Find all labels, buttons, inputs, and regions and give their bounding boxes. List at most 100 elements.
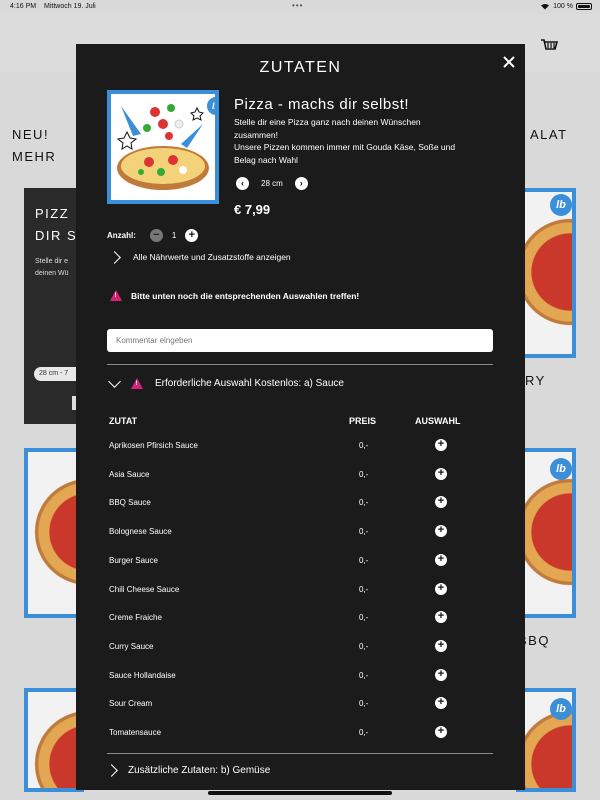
sauce-price: 0,- [359, 613, 369, 623]
pizza-illustration [111, 94, 215, 200]
sauce-name: Chili Cheese Sauce [109, 584, 180, 594]
close-icon[interactable] [501, 54, 517, 70]
sauce-price: 0,- [359, 728, 369, 737]
product-image: lb [107, 90, 219, 204]
product-description: Stelle dir eine Pizza ganz nach deinen W… [234, 117, 456, 165]
card-label-ry: RY [525, 373, 546, 388]
sauce-name: Tomatensauce [109, 728, 162, 737]
col-price: PREIS [349, 416, 377, 426]
sauce-row[interactable]: Sauce Hollandaise 0,- + [109, 668, 493, 699]
product-name: Pizza - machs dir selbst! [234, 96, 410, 113]
chevron-right-icon [108, 250, 121, 264]
sauce-price: 0,- [359, 441, 369, 450]
brand-badge: lb [550, 194, 572, 216]
battery-percent: 100 % [553, 2, 573, 10]
nav-new[interactable]: NEU! [12, 127, 49, 142]
add-sauce-button[interactable]: + [435, 639, 447, 652]
sauce-name: Aprikosen Pfirsich Sauce [109, 441, 198, 450]
section-sauce-title: Erforderliche Auswahl Kostenlos: a) Sauc… [155, 378, 344, 389]
warning-icon: ! [110, 290, 122, 301]
add-sauce-button[interactable]: + [435, 611, 447, 624]
size-value: 28 cm [261, 179, 283, 188]
background-pizza-card-4[interactable] [24, 688, 84, 792]
wifi-icon [541, 3, 550, 10]
sauce-name: Bolognese Sauce [109, 527, 172, 537]
add-sauce-button[interactable]: + [435, 467, 447, 480]
warning-text: Bitte unten noch die entsprechenden Ausw… [131, 290, 360, 301]
add-sauce-button[interactable]: + [435, 697, 447, 710]
sauce-row[interactable]: Asia Sauce 0,- + [109, 467, 493, 498]
section-sauce-header[interactable]: ! Erforderliche Auswahl Kostenlos: a) Sa… [108, 375, 344, 389]
quantity-label: Anzahl: [107, 231, 136, 240]
background-product-card[interactable]: PIZZ DIR S Stelle dir e deinen Wü [24, 188, 76, 424]
sauce-row[interactable]: Burger Sauce 0,- + [109, 553, 493, 584]
quantity-stepper: Anzahl: − 1 + [107, 229, 199, 242]
size-prev-icon[interactable]: ‹ [236, 177, 249, 190]
add-sauce-button[interactable]: + [435, 668, 447, 681]
add-sauce-button[interactable]: + [435, 525, 447, 538]
comment-input[interactable] [107, 329, 493, 352]
sauce-row[interactable]: Aprikosen Pfirsich Sauce 0,- + [109, 439, 493, 469]
sauce-price: 0,- [359, 641, 369, 651]
nav-salad[interactable]: ALAT [530, 127, 568, 142]
sauce-row[interactable]: Curry Sauce 0,- + [109, 639, 493, 670]
quantity-value: 1 [171, 231, 177, 240]
divider [107, 753, 493, 754]
card-title-line1: PIZZ [35, 206, 70, 221]
sauce-row[interactable]: Tomatensauce 0,- + [109, 726, 493, 756]
status-bar: 4:16 PM Mittwoch 19. Juli ••• 100 % [0, 0, 600, 14]
add-sauce-button[interactable]: + [435, 582, 447, 595]
sauce-row[interactable]: BBQ Sauce 0,- + [109, 496, 493, 526]
ingredients-modal: ZUTATEN lb Pizza - machs dir selbs [76, 44, 525, 790]
sauce-price: 0,- [359, 555, 369, 565]
col-ingredient: ZUTAT [109, 416, 138, 426]
sauce-name: Sauce Hollandaise [109, 670, 176, 680]
chevron-down-icon [108, 375, 121, 388]
background-pizza-card-3[interactable]: lb [516, 448, 576, 618]
add-sauce-button[interactable]: + [435, 439, 447, 451]
home-indicator[interactable] [208, 791, 392, 795]
section-veg-title: Zusätzliche Zutaten: b) Gemüse [128, 765, 271, 776]
sauce-name: Creme Fraiche [109, 613, 162, 623]
add-sauce-button[interactable]: + [435, 726, 447, 738]
add-sauce-button[interactable]: + [435, 553, 447, 566]
cart-icon[interactable] [540, 38, 558, 52]
sauce-row[interactable]: Chili Cheese Sauce 0,- + [109, 582, 493, 613]
brand-badge: lb [550, 698, 572, 720]
nutrition-link[interactable]: Alle Nährwerte und Zusatzstoffe anzeigen [108, 250, 291, 264]
size-selector: ‹ 28 cm › [236, 177, 308, 190]
chevron-right-icon [105, 764, 118, 777]
sauce-name: BBQ Sauce [109, 498, 151, 508]
quantity-minus-button[interactable]: − [149, 229, 163, 242]
status-time: 4:16 PM [10, 3, 37, 10]
brand-badge: lb [550, 458, 572, 480]
card-title-line2: DIR S [35, 228, 76, 243]
background-pizza-card-1[interactable]: lb [516, 188, 576, 358]
sauce-price: 0,- [359, 699, 369, 709]
quantity-plus-button[interactable]: + [185, 229, 199, 242]
divider [107, 364, 493, 365]
background-pizza-card-2[interactable] [24, 448, 84, 618]
sauce-row[interactable]: Bolognese Sauce 0,- + [109, 525, 493, 555]
battery-icon [576, 2, 592, 10]
selection-warning: ! Bitte unten noch die entsprechenden Au… [110, 290, 359, 301]
multitask-dots-icon[interactable]: ••• [292, 1, 303, 10]
card-desc: Stelle dir e deinen Wü [35, 258, 69, 277]
warning-icon: ! [131, 378, 143, 389]
sauce-price: 0,- [359, 527, 369, 537]
sauce-row[interactable]: Creme Fraiche 0,- + [109, 611, 493, 641]
background-pizza-card-5[interactable]: lb [516, 688, 576, 792]
section-veg-header[interactable]: Zusätzliche Zutaten: b) Gemüse [105, 764, 271, 777]
nutrition-link-label: Alle Nährwerte und Zusatzstoffe anzeigen [133, 252, 291, 262]
add-sauce-button[interactable]: + [435, 496, 447, 509]
sauce-row[interactable]: Sour Cream 0,- + [109, 697, 493, 727]
size-next-icon[interactable]: › [294, 177, 308, 190]
product-price: € 7,99 [234, 202, 271, 217]
col-choice: AUSWAHL [415, 416, 461, 426]
sauce-name: Asia Sauce [109, 469, 150, 479]
status-date: Mittwoch 19. Juli [44, 3, 96, 10]
modal-title: ZUTATEN [259, 59, 342, 76]
nav-more[interactable]: MEHR [12, 149, 56, 164]
brand-badge: lb [207, 97, 215, 115]
sauce-price: 0,- [359, 584, 369, 594]
